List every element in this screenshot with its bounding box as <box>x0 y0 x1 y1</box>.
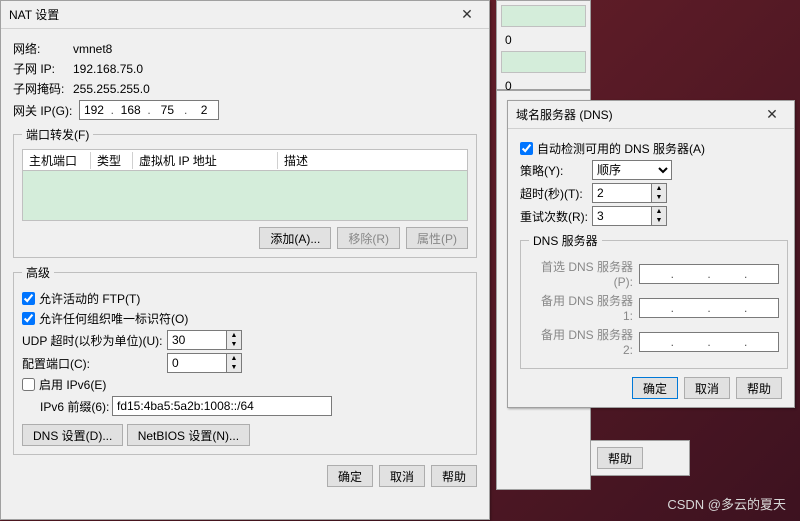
dns-auto-checkbox[interactable] <box>520 142 533 155</box>
ftp-checkbox-row[interactable]: 允许活动的 FTP(T) <box>22 290 468 307</box>
net-value: vmnet8 <box>73 42 112 56</box>
nat-cancel-button[interactable]: 取消 <box>379 465 425 487</box>
ipv6pre-input[interactable] <box>112 396 332 416</box>
dns-auto-row[interactable]: 自动检测可用的 DNS 服务器(A) <box>520 140 782 157</box>
gw-octet-1[interactable]: 192 <box>80 103 108 117</box>
ftp-label: 允许活动的 FTP(T) <box>39 290 140 307</box>
chevron-up-icon[interactable]: ▲ <box>652 184 666 193</box>
advanced-legend: 高级 <box>22 264 54 281</box>
chevron-up-icon[interactable]: ▲ <box>227 354 241 363</box>
bg-dialog-help: 帮助 <box>590 440 690 476</box>
retry-input[interactable] <box>592 206 652 226</box>
bg-help-button[interactable]: 帮助 <box>597 447 643 469</box>
dns-help-button[interactable]: 帮助 <box>736 377 782 399</box>
bg-row2 <box>501 51 586 73</box>
chevron-down-icon[interactable]: ▼ <box>652 193 666 202</box>
cfgport-input[interactable] <box>167 353 227 373</box>
dns-titlebar: 域名服务器 (DNS) ✕ <box>508 101 794 129</box>
bg-dialog-upper: 0 0 <box>496 0 591 90</box>
pf-table-header: 主机端口 类型 虚拟机 IP 地址 描述 <box>22 149 468 171</box>
pf-col-vmip[interactable]: 虚拟机 IP 地址 <box>133 152 278 169</box>
mask-value: 255.255.255.0 <box>73 82 150 96</box>
alt2-dns-label: 备用 DNS 服务器 2: <box>529 326 639 357</box>
dns-cancel-button[interactable]: 取消 <box>684 377 730 399</box>
chevron-down-icon[interactable]: ▼ <box>652 216 666 225</box>
alt1-dns-label: 备用 DNS 服务器 1: <box>529 292 639 323</box>
advanced-group: 高级 允许活动的 FTP(T) 允许任何组织唯一标识符(O) UDP 超时(以秒… <box>13 264 477 455</box>
chevron-up-icon[interactable]: ▲ <box>652 207 666 216</box>
alt1-dns-field[interactable]: ... <box>639 298 779 318</box>
bg-row1 <box>501 5 586 27</box>
cfgport-label: 配置端口(C): <box>22 355 167 372</box>
pf-col-hostport[interactable]: 主机端口 <box>23 152 91 169</box>
dns-title: 域名服务器 (DNS) <box>516 106 758 123</box>
retry-label: 重试次数(R): <box>520 208 592 225</box>
port-forward-group: 端口转发(F) 主机端口 类型 虚拟机 IP 地址 描述 添加(A)... 移除… <box>13 126 477 258</box>
gw-octet-2[interactable]: 168 <box>117 103 145 117</box>
retry-spinner[interactable]: ▲▼ <box>592 206 667 226</box>
oui-checkbox[interactable] <box>22 312 35 325</box>
dns-auto-label: 自动检测可用的 DNS 服务器(A) <box>537 140 705 157</box>
chevron-up-icon[interactable]: ▲ <box>227 331 241 340</box>
udp-label: UDP 超时(以秒为单位)(U): <box>22 332 167 349</box>
alt2-dns-field[interactable]: ... <box>639 332 779 352</box>
pf-col-desc[interactable]: 描述 <box>278 152 467 169</box>
nat-dialog: NAT 设置 ✕ 网络:vmnet8 子网 IP:192.168.75.0 子网… <box>0 0 490 520</box>
dns-settings-button[interactable]: DNS 设置(D)... <box>22 424 123 446</box>
ipv6-label: 启用 IPv6(E) <box>39 376 106 393</box>
ipv6-checkbox-row[interactable]: 启用 IPv6(E) <box>22 376 468 393</box>
oui-label: 允许任何组织唯一标识符(O) <box>39 310 188 327</box>
pf-col-type[interactable]: 类型 <box>91 152 133 169</box>
subip-value: 192.168.75.0 <box>73 62 143 76</box>
bg-val0: 0 <box>505 33 586 47</box>
watermark: CSDN @多云的夏天 <box>667 494 786 513</box>
chevron-down-icon[interactable]: ▼ <box>227 340 241 349</box>
nat-titlebar: NAT 设置 ✕ <box>1 1 489 29</box>
dns-ok-button[interactable]: 确定 <box>632 377 678 399</box>
subip-label: 子网 IP: <box>13 60 73 77</box>
dns-servers-group: DNS 服务器 首选 DNS 服务器(P): ... 备用 DNS 服务器 1:… <box>520 232 788 369</box>
close-icon[interactable]: ✕ <box>758 106 786 123</box>
mask-label: 子网掩码: <box>13 80 73 97</box>
pf-table-body[interactable] <box>22 171 468 221</box>
ipv6-checkbox[interactable] <box>22 378 35 391</box>
nat-help-button[interactable]: 帮助 <box>431 465 477 487</box>
policy-label: 策略(Y): <box>520 162 592 179</box>
ipv6pre-label: IPv6 前缀(6): <box>22 398 112 415</box>
udp-input[interactable] <box>167 330 227 350</box>
pf-remove-button: 移除(R) <box>337 227 400 249</box>
oui-checkbox-row[interactable]: 允许任何组织唯一标识符(O) <box>22 310 468 327</box>
pref-dns-field[interactable]: ... <box>639 264 779 284</box>
netbios-settings-button[interactable]: NetBIOS 设置(N)... <box>127 424 250 446</box>
dns-servers-legend: DNS 服务器 <box>529 232 602 249</box>
net-label: 网络: <box>13 40 73 57</box>
cfgport-spinner[interactable]: ▲▼ <box>167 353 242 373</box>
timeout-spinner[interactable]: ▲▼ <box>592 183 667 203</box>
timeout-input[interactable] <box>592 183 652 203</box>
timeout-label: 超时(秒)(T): <box>520 185 592 202</box>
chevron-down-icon[interactable]: ▼ <box>227 363 241 372</box>
gw-octet-3[interactable]: 75 <box>153 103 181 117</box>
nat-title: NAT 设置 <box>9 6 453 23</box>
dns-dialog: 域名服务器 (DNS) ✕ 自动检测可用的 DNS 服务器(A) 策略(Y): … <box>507 100 795 408</box>
udp-spinner[interactable]: ▲▼ <box>167 330 242 350</box>
ftp-checkbox[interactable] <box>22 292 35 305</box>
nat-ok-button[interactable]: 确定 <box>327 465 373 487</box>
pf-prop-button: 属性(P) <box>406 227 468 249</box>
gw-octet-4[interactable]: 2 <box>190 103 218 117</box>
gateway-label: 网关 IP(G): <box>13 102 79 119</box>
policy-select[interactable]: 顺序 <box>592 160 672 180</box>
port-forward-legend: 端口转发(F) <box>22 126 93 143</box>
pf-add-button[interactable]: 添加(A)... <box>259 227 331 249</box>
close-icon[interactable]: ✕ <box>453 6 481 23</box>
gateway-ip-field[interactable]: 192. 168. 75. 2 <box>79 100 219 120</box>
pref-dns-label: 首选 DNS 服务器(P): <box>529 258 639 289</box>
